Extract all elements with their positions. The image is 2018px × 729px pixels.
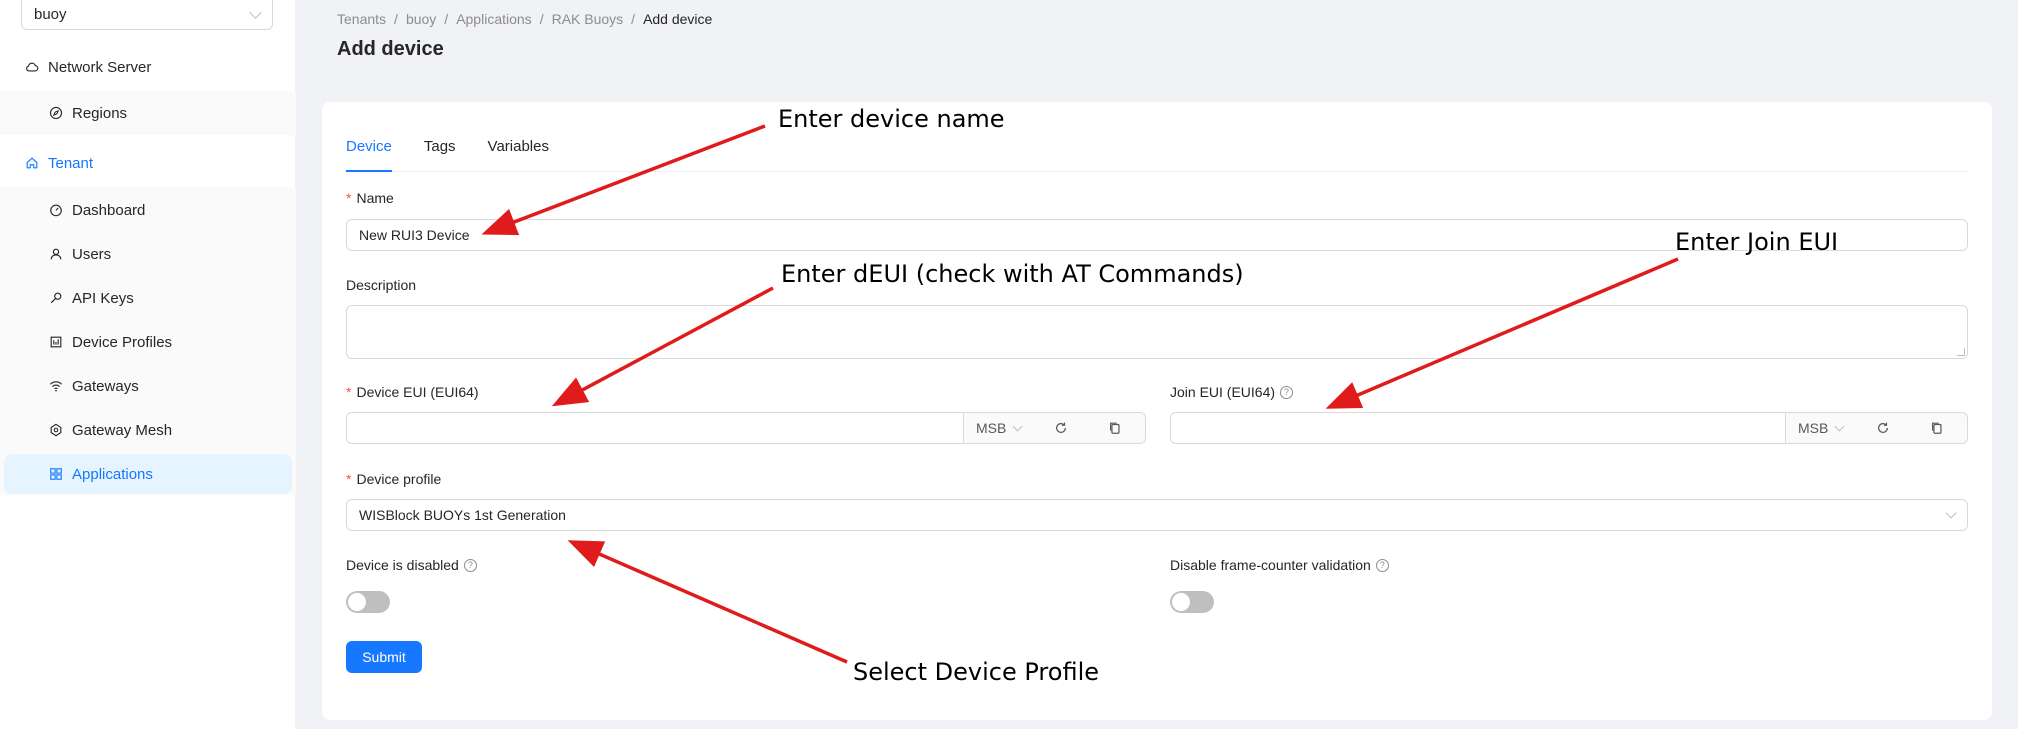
tab-tags[interactable]: Tags	[424, 138, 456, 172]
tab-bar: Device Tags Variables	[346, 138, 1968, 172]
menu-label: Gateway Mesh	[72, 421, 173, 439]
breadcrumb: Tenants / buoy / Applications / RAK Buoys / …	[337, 11, 713, 27]
form-card: Device Tags Variables * Name New RUI3 Dev…	[322, 102, 1992, 720]
menu-gateway-mesh[interactable]: Gateway Mesh	[0, 408, 296, 452]
dev-eui-copy-button[interactable]	[1088, 421, 1142, 435]
breadcrumb-current: Add device	[643, 11, 713, 27]
annotation-deveui: Enter dEUI (check with AT Commands)	[781, 260, 1244, 288]
breadcrumb-buoy[interactable]: buoy	[406, 11, 436, 27]
compass-icon	[48, 105, 64, 121]
chevron-down-icon	[1945, 507, 1957, 519]
frame-counter-label: Disable frame-counter validation?	[1170, 557, 1389, 573]
help-icon[interactable]: ?	[1375, 558, 1389, 572]
resize-handle[interactable]	[1957, 348, 1965, 356]
menu-gateways[interactable]: Gateways	[0, 364, 296, 408]
refresh-icon	[1056, 422, 1066, 433]
cloud-icon	[24, 59, 40, 75]
join-eui-generate-button[interactable]	[1856, 421, 1910, 435]
device-profile-select[interactable]: WISBlock BUOYs 1st Generation	[346, 499, 1968, 531]
join-eui-addon: MSB	[1786, 412, 1968, 444]
menu-dashboard[interactable]: Dashboard	[0, 188, 296, 232]
annotation-name: Enter device name	[778, 105, 1005, 133]
menu-tenant[interactable]: Tenant	[0, 139, 296, 187]
tab-variables[interactable]: Variables	[488, 138, 549, 172]
dev-eui-group: MSB	[346, 412, 1146, 444]
dev-eui-addon: MSB	[964, 412, 1146, 444]
dev-eui-label: * Device EUI (EUI64)	[346, 384, 479, 400]
dev-eui-byte-order-select[interactable]: MSB	[964, 420, 1034, 436]
menu-label: Applications	[72, 465, 153, 483]
menu-label: API Keys	[72, 289, 134, 307]
menu-label: Network Server	[48, 58, 152, 76]
frame-counter-switch[interactable]	[1170, 591, 1214, 613]
menu-regions[interactable]: Regions	[0, 91, 296, 135]
menu-label: Dashboard	[72, 201, 146, 219]
dashboard-icon	[48, 202, 64, 218]
tenant-select[interactable]: buoy	[21, 0, 273, 30]
help-icon[interactable]: ?	[1280, 385, 1294, 399]
menu-users[interactable]: Users	[0, 232, 296, 276]
refresh-icon	[1878, 422, 1888, 433]
device-disabled-switch[interactable]	[346, 591, 390, 613]
profile-icon	[48, 334, 64, 350]
menu-label: Gateways	[72, 377, 139, 395]
breadcrumb-tenants[interactable]: Tenants	[337, 11, 386, 27]
join-eui-group: MSB	[1170, 412, 1968, 444]
chevron-down-icon	[1834, 421, 1845, 431]
dev-eui-input[interactable]	[346, 412, 964, 444]
user-icon	[48, 246, 64, 262]
help-icon[interactable]: ?	[463, 558, 477, 572]
sidebar: buoy Network Server Regions Tenant Dashb…	[0, 0, 296, 729]
device-profile-value: WISBlock BUOYs 1st Generation	[359, 507, 566, 523]
breadcrumb-applications[interactable]: Applications	[456, 11, 532, 27]
submit-button[interactable]: Submit	[346, 641, 422, 673]
menu-device-profiles[interactable]: Device Profiles	[0, 320, 296, 364]
description-label: Description	[346, 277, 417, 293]
chevron-down-icon	[249, 5, 262, 19]
breadcrumb-rak-buoys[interactable]: RAK Buoys	[552, 11, 624, 27]
tenant-select-value: buoy	[34, 6, 67, 23]
menu-label: Tenant	[48, 154, 94, 172]
join-eui-copy-button[interactable]	[1910, 421, 1964, 435]
annotation-joineui: Enter Join EUI	[1675, 228, 1839, 256]
menu-label: Regions	[72, 104, 128, 122]
tab-device[interactable]: Device	[346, 138, 392, 172]
switch-knob	[348, 593, 366, 611]
copy-icon	[1932, 422, 1942, 434]
device-profile-label: * Device profile	[346, 471, 442, 487]
key-icon	[48, 290, 64, 306]
device-disabled-label: Device is disabled?	[346, 557, 477, 573]
join-eui-byte-order-select[interactable]: MSB	[1786, 420, 1856, 436]
description-textarea[interactable]	[346, 305, 1968, 359]
menu-applications[interactable]: Applications	[4, 454, 292, 494]
wifi-icon	[48, 378, 64, 394]
menu-api-keys[interactable]: API Keys	[0, 276, 296, 320]
copy-icon	[1110, 422, 1120, 434]
join-eui-label: Join EUI (EUI64)?	[1170, 384, 1294, 400]
name-input-value: New RUI3 Device	[359, 227, 470, 243]
dev-eui-generate-button[interactable]	[1034, 421, 1088, 435]
menu-label: Users	[72, 245, 112, 263]
home-icon	[24, 155, 40, 171]
name-label: * Name	[346, 190, 394, 206]
apps-icon	[48, 466, 64, 482]
switch-knob	[1172, 593, 1190, 611]
page-title: Add device	[337, 38, 444, 60]
join-eui-input[interactable]	[1170, 412, 1786, 444]
chevron-down-icon	[1012, 421, 1023, 431]
menu-label: Device Profiles	[72, 333, 173, 351]
mesh-icon	[48, 422, 64, 438]
annotation-profile: Select Device Profile	[853, 658, 1099, 686]
menu-network-server[interactable]: Network Server	[0, 43, 296, 91]
